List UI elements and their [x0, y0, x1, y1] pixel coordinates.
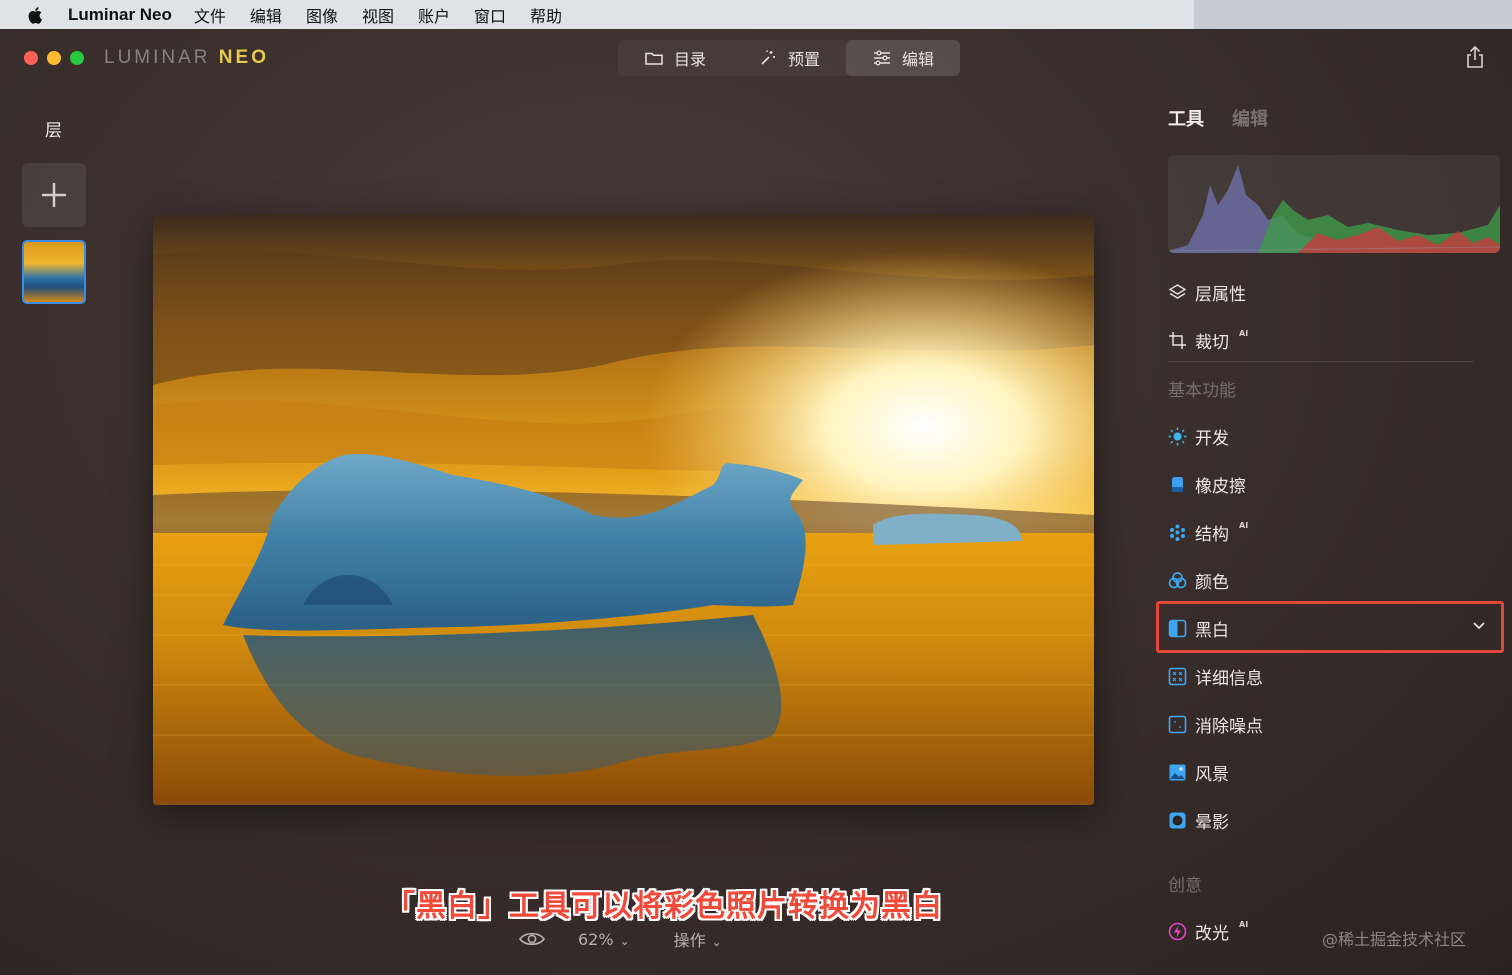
details-grid-icon [1168, 667, 1187, 686]
layers-icon [1168, 283, 1187, 302]
photo-canvas[interactable] [153, 215, 1094, 805]
ai-badge: AI [1239, 329, 1249, 338]
landscape-icon [1168, 763, 1187, 782]
layer-thumbnail[interactable] [22, 240, 86, 304]
menu-window[interactable]: 窗口 [474, 3, 506, 27]
tab-edit-label: 编辑 [902, 50, 935, 69]
tool-black-white[interactable]: 黑白 [1168, 616, 1229, 641]
actions-label: 操作 [673, 931, 706, 950]
tool-vignette[interactable]: 晕影 [1168, 808, 1229, 833]
histogram [1168, 155, 1500, 253]
eye-icon[interactable] [518, 929, 546, 949]
color-circles-icon [1168, 571, 1187, 590]
canvas-bottom-bar: 62% ⌄ 操作 ⌄ [518, 927, 722, 951]
caption-subtitle: 「黑白」工具可以将彩色照片转换为黑白 [385, 889, 943, 924]
tool-details-label: 详细信息 [1195, 669, 1263, 689]
tab-edit[interactable]: 编辑 [846, 40, 961, 76]
sun-icon [1168, 427, 1187, 446]
tool-vignette-label: 晕影 [1195, 813, 1229, 833]
close-window-button[interactable] [24, 51, 38, 65]
tool-details[interactable]: 详细信息 [1168, 664, 1263, 689]
tab-presets-label: 预置 [788, 50, 821, 69]
top-navigation: 目录 预置 编辑 [618, 40, 961, 76]
menu-help[interactable]: 帮助 [530, 3, 562, 27]
tab-tools[interactable]: 工具 [1168, 105, 1204, 131]
structure-dots-icon [1168, 523, 1187, 542]
relight-bolt-icon [1168, 922, 1187, 941]
ai-badge: AI [1239, 920, 1249, 929]
tool-relight[interactable]: 改光 AI [1168, 919, 1248, 944]
chevron-down-icon: ⌄ [711, 935, 722, 949]
vignette-icon [1168, 811, 1187, 830]
tool-black-white-label: 黑白 [1195, 621, 1229, 641]
tool-develop-label: 开发 [1195, 429, 1229, 449]
menu-view[interactable]: 视图 [362, 3, 394, 27]
chevron-down-icon: ⌄ [619, 933, 630, 948]
layers-panel-title: 层 [45, 121, 62, 141]
tool-denoise-label: 消除噪点 [1195, 717, 1263, 737]
tool-crop-label: 裁切 [1195, 333, 1229, 353]
panel-divider [1168, 361, 1474, 362]
folder-icon [645, 52, 663, 65]
tool-crop[interactable]: 裁切 AI [1168, 328, 1248, 353]
tool-layer-properties[interactable]: 层属性 [1168, 280, 1246, 305]
tool-denoise[interactable]: 消除噪点 [1168, 712, 1263, 737]
logo-accent: NEO [218, 47, 269, 68]
tab-edits[interactable]: 编辑 [1232, 105, 1268, 131]
logo-text: LUMINAR [104, 47, 211, 68]
zoom-dropdown[interactable]: 62% ⌄ [578, 930, 630, 949]
tool-relight-label: 改光 [1195, 924, 1229, 944]
window-controls [24, 51, 84, 65]
zoom-window-button[interactable] [70, 51, 84, 65]
tab-catalog[interactable]: 目录 [618, 40, 732, 76]
menu-file[interactable]: 文件 [194, 3, 226, 27]
crop-icon [1168, 331, 1187, 350]
section-basic: 基本功能 [1168, 381, 1236, 401]
menu-edit[interactable]: 编辑 [250, 3, 282, 27]
sliders-icon [874, 50, 891, 66]
menu-bar: Luminar Neo 文件 编辑 图像 视图 账户 窗口 帮助 [0, 0, 1512, 29]
tool-layer-properties-label: 层属性 [1195, 285, 1246, 305]
tool-landscape[interactable]: 风景 [1168, 760, 1229, 785]
app-logo: LUMINAR NEO [104, 47, 269, 69]
histogram-graph [1168, 165, 1500, 253]
denoise-icon [1168, 715, 1187, 734]
menu-app-name[interactable]: Luminar Neo [68, 5, 172, 25]
tool-structure-label: 结构 [1195, 525, 1229, 545]
menu-bar-status-area [1194, 0, 1512, 29]
eraser-icon [1168, 475, 1187, 494]
share-icon[interactable] [1464, 45, 1486, 69]
tool-develop[interactable]: 开发 [1168, 424, 1229, 449]
right-panel-tabs: 工具 编辑 [1168, 105, 1268, 131]
add-layer-button[interactable] [22, 163, 86, 227]
black-white-icon [1168, 619, 1187, 638]
tab-catalog-label: 目录 [674, 50, 707, 69]
app-window: LUMINAR NEO 目录 预置 编辑 层 「黑白」工具可以将彩色照片转换为黑… [0, 29, 1512, 975]
menu-image[interactable]: 图像 [306, 3, 338, 27]
plus-icon [42, 183, 66, 207]
section-creative: 创意 [1168, 876, 1202, 896]
tool-landscape-label: 风景 [1195, 765, 1229, 785]
tool-color-label: 颜色 [1195, 573, 1229, 593]
tool-structure[interactable]: 结构 AI [1168, 520, 1248, 545]
zoom-value: 62% [578, 929, 614, 949]
magic-wand-icon [761, 50, 776, 65]
minimize-window-button[interactable] [47, 51, 61, 65]
chevron-down-icon[interactable] [1471, 617, 1487, 633]
actions-dropdown[interactable]: 操作 ⌄ [674, 927, 722, 951]
menu-account[interactable]: 账户 [418, 3, 450, 27]
iceberg-photo [153, 215, 1094, 805]
watermark: @稀土掘金技术社区 [1322, 930, 1467, 949]
apple-icon[interactable] [26, 5, 46, 25]
tool-eraser-label: 橡皮擦 [1195, 477, 1246, 497]
tool-color[interactable]: 颜色 [1168, 568, 1229, 593]
tab-presets[interactable]: 预置 [732, 40, 846, 76]
ai-badge: AI [1239, 521, 1249, 530]
tool-eraser[interactable]: 橡皮擦 [1168, 472, 1246, 497]
